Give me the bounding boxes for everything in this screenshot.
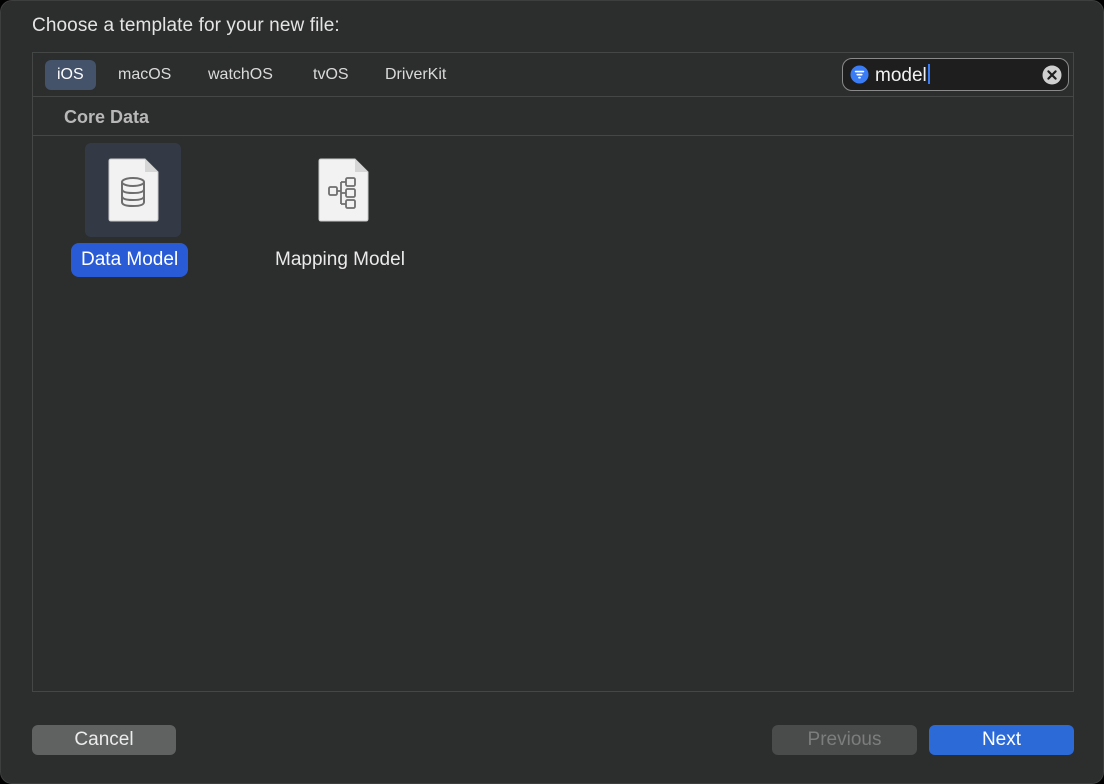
next-button[interactable]: Next [929, 725, 1074, 755]
section-header: Core Data [33, 98, 1073, 136]
section-title: Core Data [64, 107, 150, 127]
template-label: Data Model [71, 243, 189, 277]
template-data-model[interactable]: Data Model [71, 143, 195, 279]
text-caret [927, 64, 930, 84]
tab-ios[interactable]: iOS [45, 60, 96, 90]
tab-tvos[interactable]: tvOS [301, 60, 361, 90]
database-icon [108, 158, 159, 222]
template-panel: iOS macOS watchOS tvOS DriverKit model C… [32, 52, 1074, 692]
template-label: Mapping Model [275, 249, 405, 270]
template-icon-tile [85, 143, 181, 237]
search-value: model [875, 65, 927, 86]
search-field[interactable]: model [842, 58, 1069, 91]
tab-macos[interactable]: macOS [106, 60, 183, 90]
cancel-button[interactable]: Cancel [32, 725, 176, 755]
platform-tabbar: iOS macOS watchOS tvOS DriverKit model [33, 53, 1073, 97]
clear-icon[interactable] [1042, 65, 1062, 85]
tab-driverkit[interactable]: DriverKit [373, 60, 458, 90]
template-mapping-model[interactable]: Mapping Model [265, 143, 425, 279]
dialog-title: Choose a template for your new file: [32, 15, 340, 36]
mapping-icon [318, 158, 369, 222]
filter-icon[interactable] [850, 65, 869, 84]
template-icon-tile [295, 143, 391, 237]
tab-watchos[interactable]: watchOS [196, 60, 285, 90]
previous-button[interactable]: Previous [772, 725, 917, 755]
search-input[interactable]: model [875, 64, 930, 87]
new-file-dialog: Choose a template for your new file: iOS… [0, 0, 1104, 784]
